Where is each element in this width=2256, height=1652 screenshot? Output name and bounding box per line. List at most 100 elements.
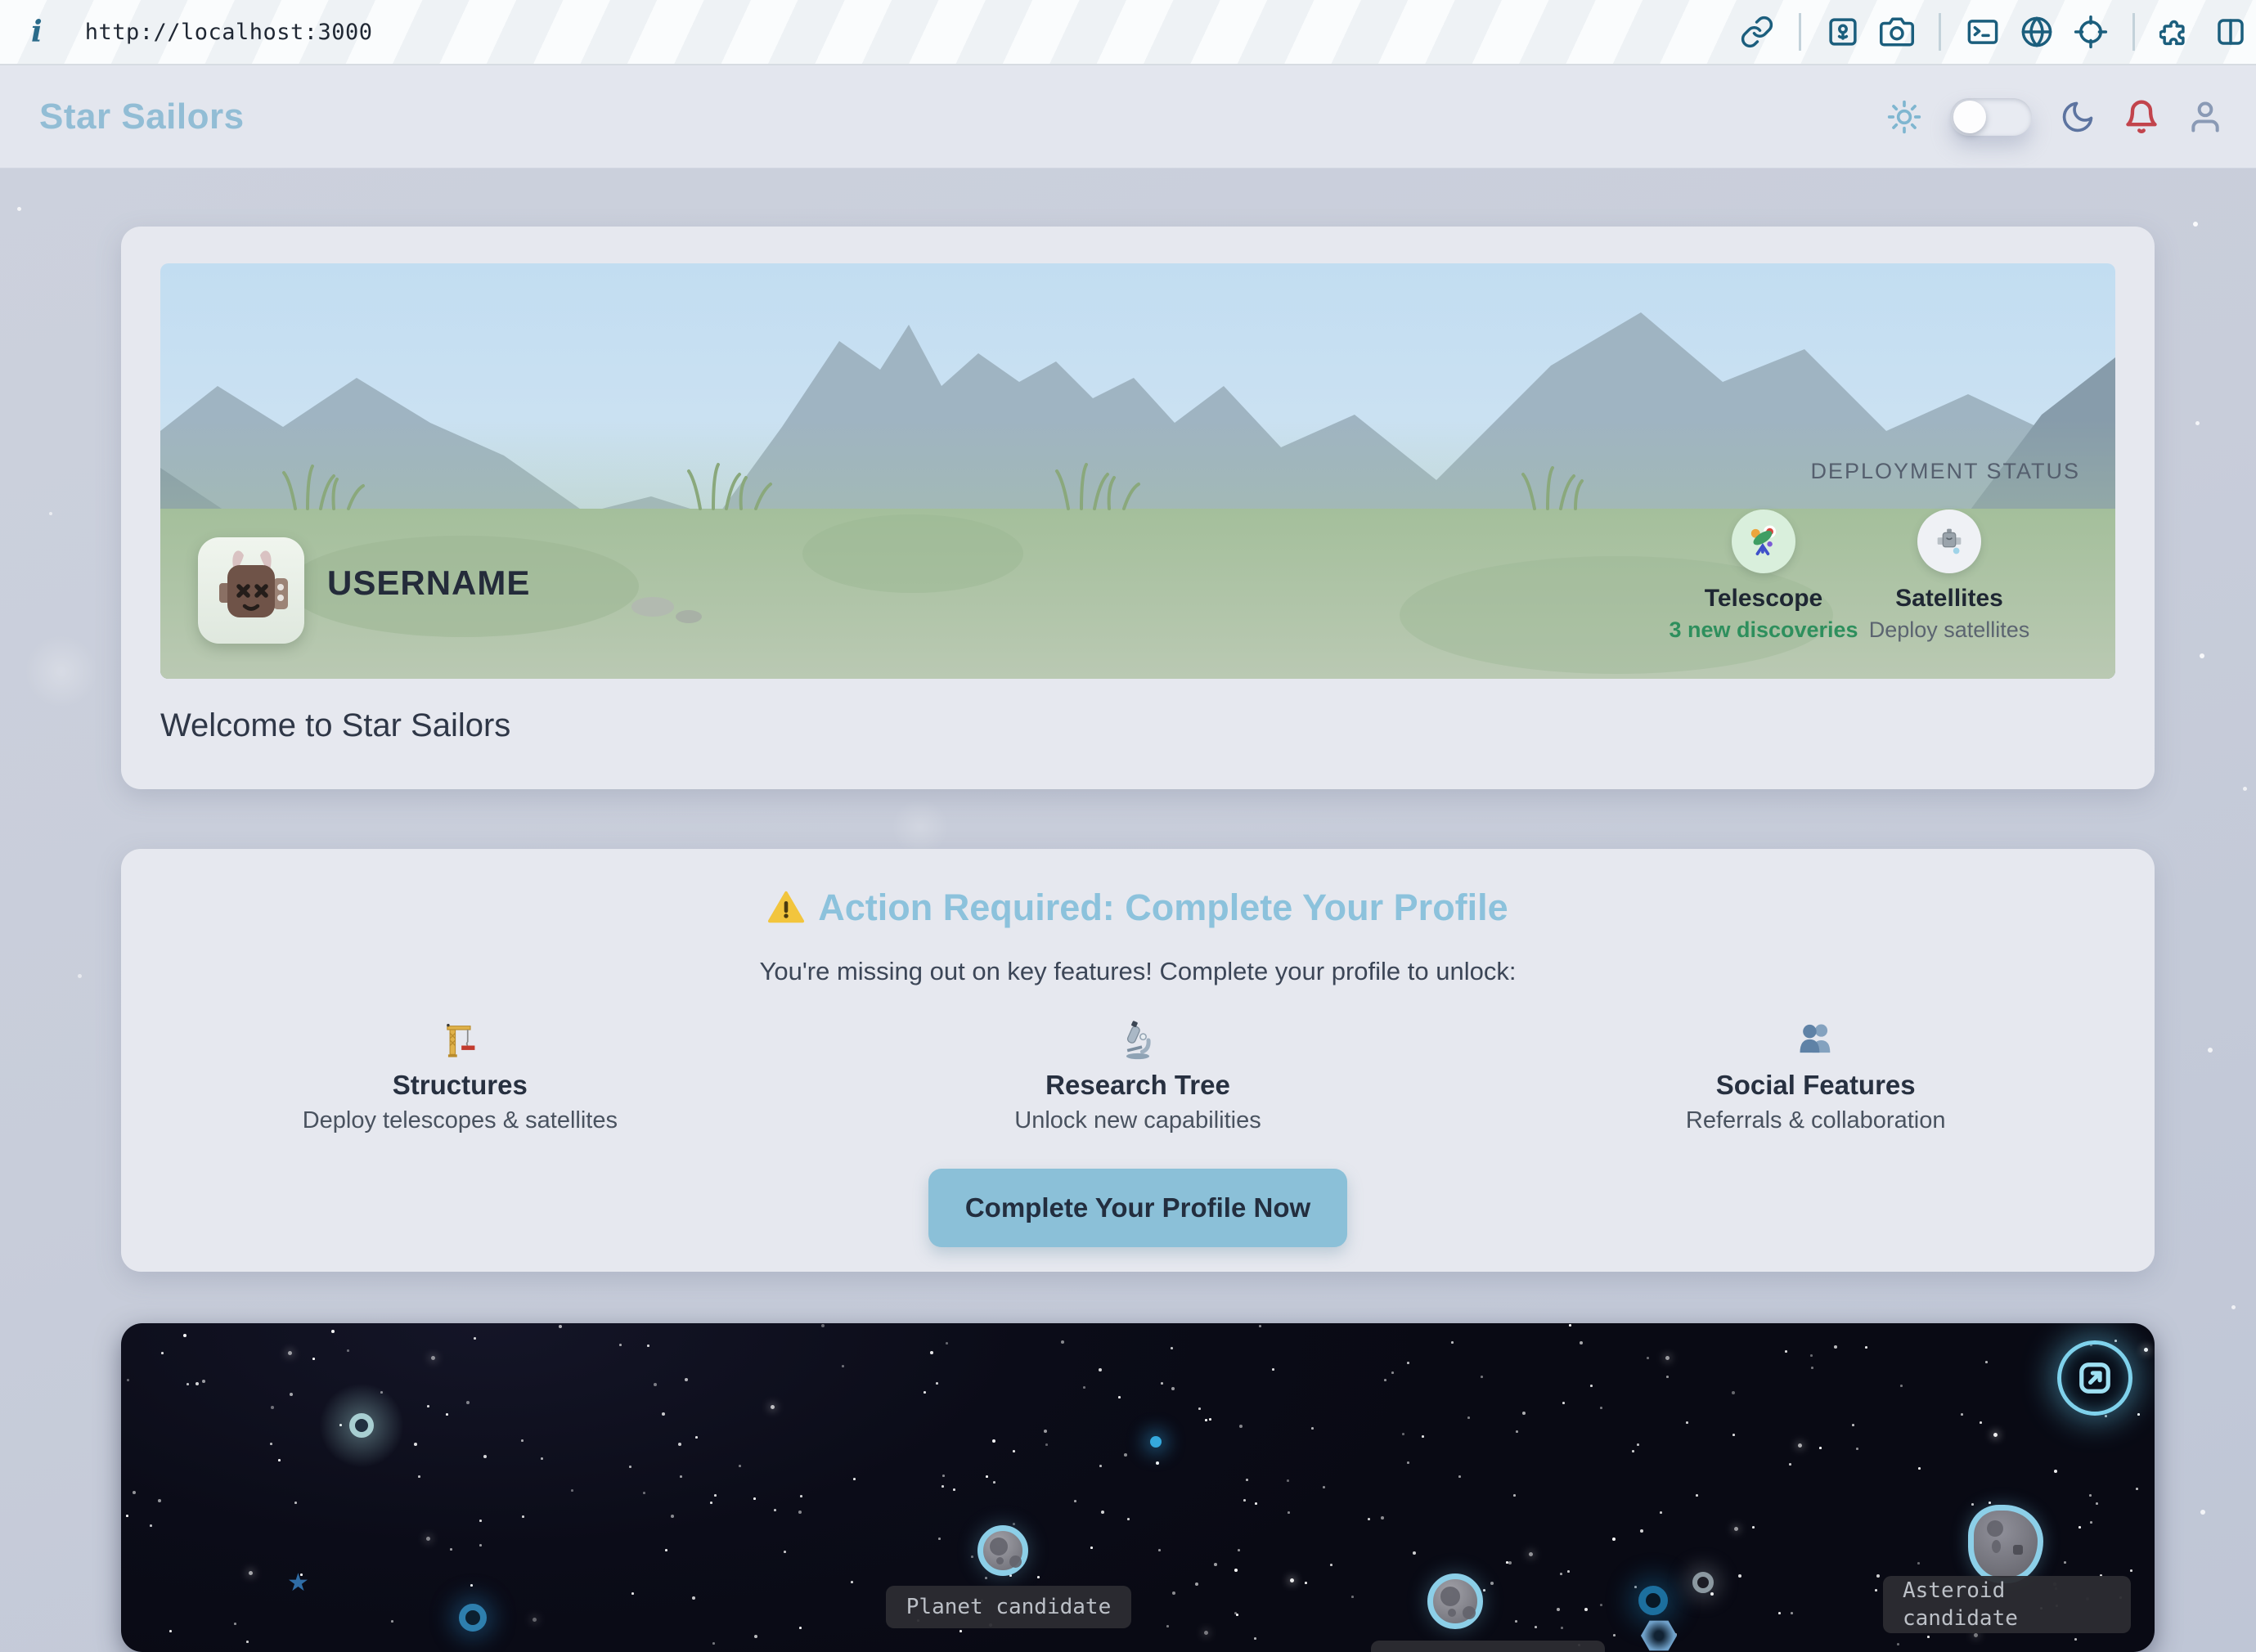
star bbox=[1732, 1434, 1735, 1436]
star bbox=[1198, 1407, 1201, 1410]
terminal-icon[interactable] bbox=[1966, 15, 2000, 49]
feature-caption: Unlock new capabilities bbox=[1014, 1107, 1261, 1134]
star bbox=[1243, 1499, 1246, 1502]
star bbox=[631, 1592, 634, 1595]
star bbox=[1272, 1368, 1274, 1371]
star bbox=[1613, 1634, 1616, 1636]
star bbox=[1752, 1526, 1755, 1529]
star bbox=[753, 1497, 756, 1500]
star bbox=[714, 1494, 717, 1497]
globe-icon[interactable] bbox=[2020, 15, 2054, 49]
planet-candidate[interactable] bbox=[1427, 1573, 1483, 1629]
theme-toggle-knob[interactable] bbox=[1953, 101, 1986, 133]
star bbox=[1083, 1386, 1085, 1389]
star bbox=[924, 1391, 926, 1394]
star bbox=[936, 1382, 938, 1385]
star bbox=[1666, 1376, 1669, 1378]
link-icon[interactable] bbox=[1740, 15, 1774, 49]
star bbox=[1045, 1443, 1048, 1446]
profile-cta-card: Action Required: Complete Your Profile Y… bbox=[121, 849, 2155, 1272]
star bbox=[470, 1584, 473, 1587]
starfield bbox=[121, 1323, 2155, 1652]
feature-title: Social Features bbox=[1716, 1070, 1916, 1101]
star bbox=[187, 1383, 189, 1385]
star bbox=[1985, 1361, 1988, 1363]
star bbox=[1037, 1576, 1040, 1578]
star bbox=[671, 1515, 674, 1518]
star bbox=[1124, 1453, 1127, 1457]
star bbox=[1640, 1529, 1643, 1533]
feature-research: Research Tree Unlock new capabilities bbox=[799, 1019, 1477, 1134]
star bbox=[680, 1475, 682, 1478]
star bbox=[331, 1330, 335, 1333]
star bbox=[1158, 1549, 1161, 1551]
asteroid-candidate[interactable] bbox=[1968, 1505, 2043, 1583]
star bbox=[559, 1325, 562, 1328]
star bbox=[195, 1382, 199, 1385]
star bbox=[1989, 1502, 1991, 1504]
puzzle-icon[interactable] bbox=[2159, 15, 2194, 49]
star bbox=[647, 1344, 649, 1347]
sparkle bbox=[2231, 1305, 2236, 1309]
star bbox=[1732, 1391, 1735, 1394]
sparkle bbox=[2193, 222, 2198, 227]
star bbox=[1171, 1387, 1175, 1390]
star bbox=[161, 1352, 164, 1354]
star bbox=[739, 1465, 741, 1467]
star bbox=[234, 1623, 236, 1625]
star bbox=[985, 1577, 987, 1579]
warning-icon bbox=[767, 889, 805, 927]
screenshot-flower-icon[interactable] bbox=[1826, 15, 1860, 49]
user-icon[interactable] bbox=[2187, 99, 2223, 135]
star bbox=[712, 1642, 715, 1645]
star bbox=[1351, 1596, 1354, 1598]
camera-icon[interactable] bbox=[1880, 15, 1914, 49]
star bbox=[1567, 1570, 1570, 1573]
star bbox=[571, 1489, 573, 1492]
star bbox=[1166, 1625, 1169, 1627]
open-expand-button[interactable] bbox=[2057, 1340, 2132, 1416]
star bbox=[270, 1443, 272, 1445]
star bbox=[1161, 1382, 1163, 1385]
feature-title: Research Tree bbox=[1045, 1070, 1230, 1101]
complete-profile-button[interactable]: Complete Your Profile Now bbox=[928, 1169, 1347, 1247]
star bbox=[427, 1405, 429, 1407]
cta-subtitle: You're missing out on key features! Comp… bbox=[760, 957, 1517, 986]
star bbox=[821, 1324, 825, 1327]
star bbox=[202, 1380, 205, 1383]
star bbox=[2096, 1502, 2098, 1505]
star bbox=[853, 1478, 856, 1480]
star bbox=[695, 1436, 698, 1439]
info-icon[interactable]: i bbox=[31, 15, 43, 49]
star bbox=[1234, 1612, 1237, 1614]
header-controls bbox=[1886, 98, 2256, 136]
notification-bell-icon[interactable] bbox=[2123, 99, 2159, 135]
sparkle bbox=[2208, 1048, 2213, 1053]
crosshair-icon[interactable] bbox=[2074, 15, 2108, 49]
deployment-satellites[interactable]: Satellites Deploy satellites bbox=[1835, 510, 2064, 643]
split-columns-icon[interactable] bbox=[2213, 15, 2248, 49]
star bbox=[1246, 1479, 1248, 1481]
star bbox=[1917, 1562, 1920, 1564]
username: USERNAME bbox=[327, 563, 530, 603]
star bbox=[278, 1459, 281, 1461]
star bbox=[1413, 1551, 1416, 1555]
star bbox=[1811, 1367, 1813, 1369]
star bbox=[798, 1511, 802, 1514]
planet-candidate[interactable] bbox=[977, 1525, 1028, 1576]
star bbox=[1789, 1463, 1791, 1466]
star bbox=[1481, 1376, 1483, 1378]
star bbox=[312, 1358, 315, 1360]
star bbox=[1330, 1564, 1332, 1566]
theme-toggle[interactable] bbox=[1950, 98, 2032, 136]
star bbox=[1515, 1620, 1517, 1623]
star bbox=[1101, 1511, 1104, 1514]
space-map-panel[interactable]: ★ Planet candidate Planet candidate bbox=[121, 1323, 2155, 1652]
feature-structures: Structures Deploy telescopes & satellite… bbox=[121, 1019, 799, 1134]
url-field[interactable]: http://localhost:3000 bbox=[85, 20, 373, 45]
star bbox=[2136, 1488, 2138, 1490]
star bbox=[1127, 1518, 1130, 1520]
star bbox=[1580, 1341, 1583, 1344]
sun-icon bbox=[1886, 99, 1922, 135]
star bbox=[1255, 1502, 1257, 1505]
